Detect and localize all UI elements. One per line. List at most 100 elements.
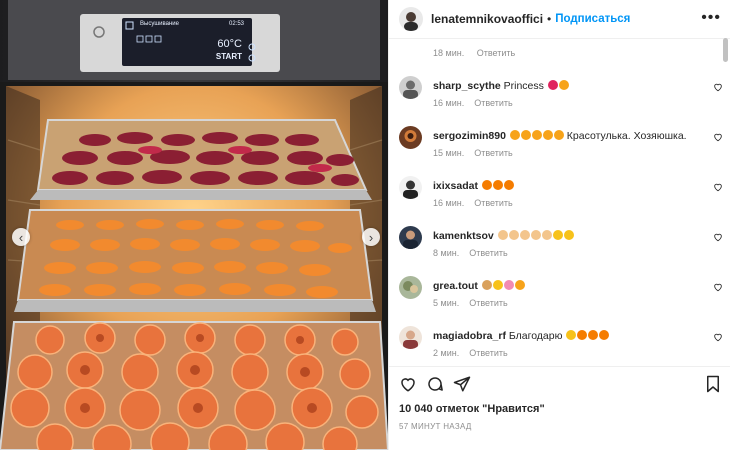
post-side-panel: lenatemnikovaofficial • Подписаться ••• …: [388, 0, 730, 450]
ellipsis-icon[interactable]: •••: [701, 9, 721, 27]
scream-emoji-icon: [514, 280, 525, 290]
speech-bubble-icon[interactable]: [426, 375, 444, 393]
reply-button[interactable]: Ответить: [474, 198, 512, 208]
heart-eyes-emoji-icon: [520, 130, 531, 140]
reply-button[interactable]: Ответить: [469, 298, 507, 308]
reply-button[interactable]: Ответить: [469, 248, 507, 258]
avatar[interactable]: [399, 176, 422, 199]
post-header: lenatemnikovaofficial • Подписаться •••: [389, 0, 730, 39]
comment-meta: 16 мин. Ответить: [433, 198, 513, 208]
reply-button[interactable]: Ответить: [474, 98, 512, 108]
grin-emoji-icon: [566, 330, 577, 340]
post-actions: 10 040 отметок "Нравится" 57 МИНУТ НАЗАД: [389, 366, 730, 451]
comment-username[interactable]: sharp_scythe: [433, 80, 501, 92]
like-comment-heart-icon[interactable]: [713, 182, 723, 192]
fire-emoji-icon: [492, 180, 503, 190]
like-comment-heart-icon[interactable]: [713, 132, 723, 142]
comment-item: grea.tout 5 мин. Ответить: [389, 276, 730, 326]
chevron-right-icon[interactable]: ›: [362, 228, 380, 246]
like-comment-heart-icon[interactable]: [713, 232, 723, 242]
thumbs-up-emoji-icon: [508, 230, 519, 240]
fire-emoji-icon: [588, 330, 599, 340]
avatar-image: [399, 126, 422, 149]
comment-body: Princess: [503, 80, 544, 92]
comment-item: sergozimin890 Красотулька. Хозяюшка. 15 …: [389, 126, 730, 176]
heart-outline-icon[interactable]: [399, 375, 417, 393]
oven-image: [0, 0, 388, 450]
like-comment-heart-icon[interactable]: [713, 282, 723, 292]
paper-plane-icon[interactable]: [453, 375, 471, 393]
fire-emoji-icon: [577, 330, 588, 340]
woman-emoji-icon: [481, 280, 492, 290]
like-comment-heart-icon[interactable]: [713, 332, 723, 342]
comment-item: kamenktsov 8 мин. Ответить: [389, 226, 730, 276]
post-time: 57 МИНУТ НАЗАД: [399, 422, 472, 431]
avatar[interactable]: [399, 276, 422, 299]
bookmark-icon[interactable]: [705, 375, 721, 393]
comment-text: sergozimin890 Красотулька. Хозяюшка.: [433, 130, 687, 142]
comment-text: ixixsadat: [433, 180, 514, 192]
previous-comment-meta: 18 мин. Ответить: [433, 48, 515, 58]
avatar[interactable]: [399, 7, 423, 31]
cat-emoji-icon: [492, 280, 503, 290]
comment-text: sharp_scythe Princess: [433, 80, 569, 92]
comment-time: 16 мин.: [433, 198, 465, 208]
comment-time: 15 мин.: [433, 148, 465, 158]
like-comment-heart-icon[interactable]: [713, 82, 723, 92]
avatar-image: [399, 276, 422, 299]
comment-text: kamenktsov: [433, 230, 574, 242]
heart-emoji-icon: [547, 80, 558, 90]
comment-username[interactable]: magiadobra_rf: [433, 330, 506, 342]
avatar-image: [399, 226, 422, 249]
fire-emoji-icon: [481, 180, 492, 190]
heart-eyes-emoji-icon: [509, 130, 520, 140]
comment-meta: 8 мин. Ответить: [433, 248, 508, 258]
flower-emoji-icon: [503, 280, 514, 290]
scrollbar[interactable]: [723, 38, 728, 62]
comment-username[interactable]: sergozimin890: [433, 130, 506, 142]
reply-button[interactable]: Ответить: [477, 48, 515, 58]
comment-time: 2 мин.: [433, 348, 460, 358]
comment-item: ixixsadat 16 мин. Ответить: [389, 176, 730, 226]
avatar[interactable]: [399, 226, 422, 249]
comment-username[interactable]: ixixsadat: [433, 180, 478, 192]
avatar[interactable]: [399, 326, 422, 349]
avatar[interactable]: [399, 126, 422, 149]
thumbs-up-emoji-icon: [541, 230, 552, 240]
comment-username[interactable]: kamenktsov: [433, 230, 494, 242]
comment-meta: 5 мин. Ответить: [433, 298, 508, 308]
comment-time: 8 мин.: [433, 248, 460, 258]
heart-eyes-emoji-icon: [542, 130, 553, 140]
likes-count[interactable]: 10 040 отметок "Нравится": [399, 403, 545, 415]
comment-item: magiadobra_rf Благодарю 2 мин. Ответить: [389, 326, 730, 366]
comment-meta: 15 мин. Ответить: [433, 148, 513, 158]
reply-button[interactable]: Ответить: [469, 348, 507, 358]
comment-text: grea.tout: [433, 280, 525, 292]
post-photo[interactable]: Высушивание 02:53 60°C START ‹ ›: [0, 0, 388, 450]
heart-eyes-emoji-icon: [553, 130, 564, 140]
comment-meta: 2 мин. Ответить: [433, 348, 508, 358]
comment-body: Благодарю: [508, 330, 563, 342]
comment-time: 5 мин.: [433, 298, 460, 308]
comment-username[interactable]: grea.tout: [433, 280, 478, 292]
avatar-image: [399, 7, 423, 31]
avatar-image: [399, 176, 422, 199]
chevron-left-icon[interactable]: ‹: [12, 228, 30, 246]
avatar[interactable]: [399, 76, 422, 99]
follow-button[interactable]: Подписаться: [555, 13, 630, 25]
thumbs-up-emoji-icon: [497, 230, 508, 240]
fire-emoji-icon: [503, 180, 514, 190]
post-username[interactable]: lenatemnikovaofficial: [431, 12, 543, 26]
separator-dot: •: [547, 12, 552, 26]
smile-emoji-icon: [552, 230, 563, 240]
comments-list[interactable]: 18 мин. Ответить sharp_scythe Princess 1…: [389, 38, 730, 366]
reply-button[interactable]: Ответить: [474, 148, 512, 158]
fire-emoji-icon: [599, 330, 610, 340]
comment-text: magiadobra_rf Благодарю: [433, 330, 610, 342]
oven-temperature: 60°C: [217, 38, 242, 50]
comment-meta: 16 мин. Ответить: [433, 98, 513, 108]
oven-display: Высушивание 02:53 60°C START: [122, 18, 252, 66]
oven-time: 02:53: [228, 21, 244, 27]
oven-start: START: [215, 52, 242, 61]
oven-mode: Высушивание: [140, 21, 179, 27]
